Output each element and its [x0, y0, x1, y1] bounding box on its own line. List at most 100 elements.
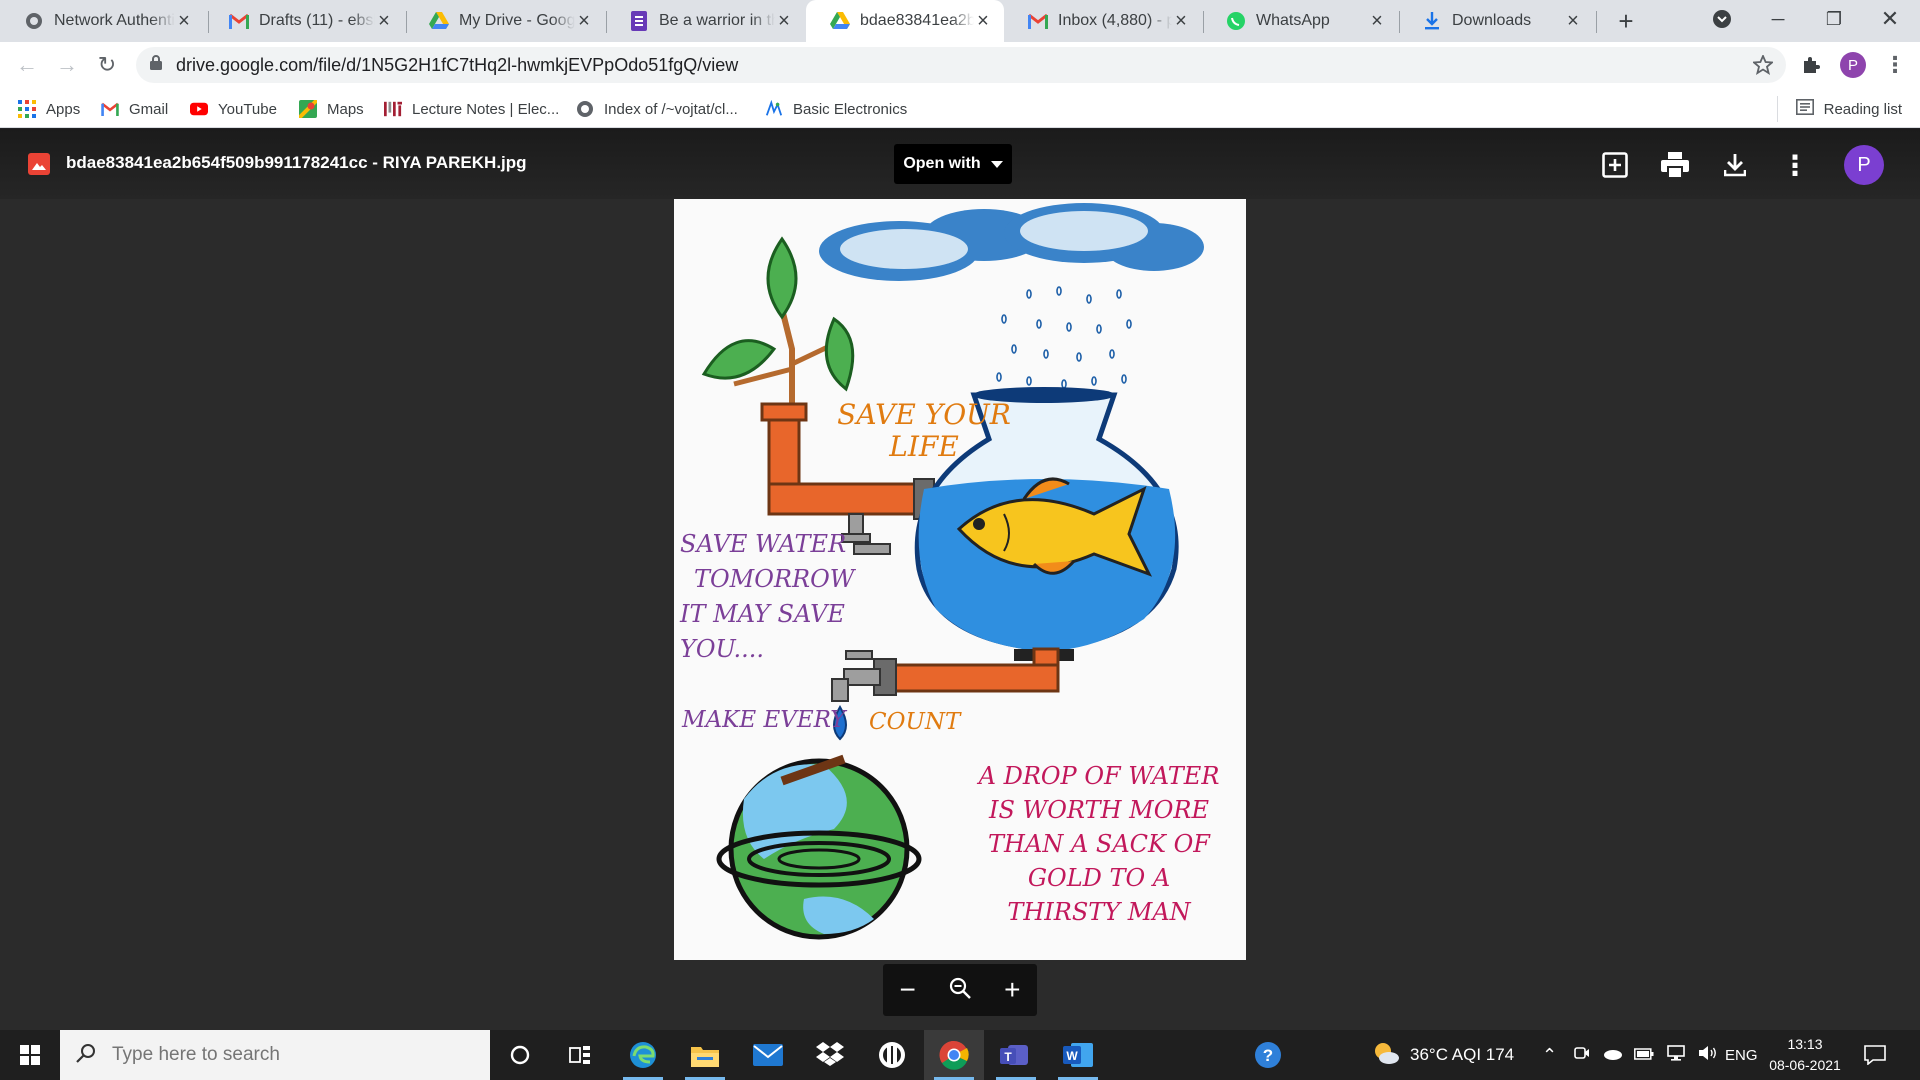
url-input[interactable] [174, 53, 1674, 77]
bookmark-apps[interactable]: Apps [18, 96, 80, 122]
tab-search-chevron-icon[interactable] [1694, 0, 1750, 38]
dropbox-icon[interactable] [800, 1030, 860, 1080]
tab-title: bdae83841ea2b654f509b [860, 12, 974, 29]
zoom-out-minus-icon[interactable]: − [900, 974, 916, 1006]
zoom-magnifier-icon[interactable] [949, 974, 971, 1006]
more-options-icon[interactable]: ⋮ [1780, 150, 1810, 181]
close-icon[interactable]: × [1564, 11, 1582, 31]
onedrive-cloud-icon[interactable] [1602, 1045, 1622, 1065]
poster-line: SAVE WATER [680, 530, 847, 558]
bookmark-index-of[interactable]: Index of /~vojtat/cl... [576, 96, 738, 122]
bookmark-label: Lecture Notes | Elec... [412, 100, 560, 118]
close-icon[interactable]: × [175, 11, 193, 31]
task-view-icon[interactable] [550, 1030, 610, 1080]
poster-text-count: COUNT [869, 709, 961, 735]
download-icon[interactable] [1720, 150, 1750, 180]
bookmark-label: Maps [327, 100, 364, 118]
weather-widget[interactable]: 36°C AQI 174 [1372, 1030, 1514, 1080]
caret-down-icon [990, 155, 1003, 173]
windows-taskbar: T W ? 36°C AQI 174 ⌃ ENG 13:13 08-06-202… [0, 1030, 1920, 1080]
meet-now-icon[interactable] [1574, 1045, 1590, 1066]
clock-time: 13:13 [1787, 1036, 1823, 1052]
bookmark-gmail[interactable]: Gmail [101, 96, 168, 122]
close-icon[interactable]: × [375, 11, 393, 31]
bookmark-star-icon[interactable] [1748, 50, 1778, 80]
tray-chevron-up-icon[interactable]: ⌃ [1542, 1030, 1557, 1080]
cortana-circle-icon[interactable] [490, 1030, 550, 1080]
poster-line: TOMORROW [694, 565, 855, 593]
close-icon[interactable]: × [1368, 11, 1386, 31]
app-circle-icon[interactable] [862, 1030, 922, 1080]
print-icon[interactable] [1660, 150, 1690, 180]
back-arrow-icon[interactable]: ← [12, 50, 42, 80]
language-indicator[interactable]: ENG [1725, 1030, 1758, 1080]
restore-icon[interactable]: ❐ [1806, 0, 1862, 38]
mail-icon[interactable] [738, 1030, 798, 1080]
open-with-button[interactable]: Open with [894, 144, 1012, 184]
tab-title: WhatsApp [1256, 12, 1330, 29]
tab-downloads[interactable]: Downloads × [1398, 0, 1594, 42]
word-icon[interactable]: W [1048, 1030, 1108, 1080]
taskbar-clock[interactable]: 13:13 08-06-2021 [1760, 1034, 1850, 1076]
windows-start-icon[interactable] [0, 1030, 60, 1080]
bookmark-youtube[interactable]: YouTube [190, 96, 277, 122]
whatsapp-icon [1226, 11, 1246, 31]
add-to-drive-icon[interactable] [1600, 150, 1630, 180]
clock-date: 08-06-2021 [1769, 1057, 1841, 1073]
reload-icon[interactable]: ↻ [92, 50, 122, 80]
earth-illustration [716, 754, 922, 940]
close-icon[interactable]: × [775, 11, 793, 31]
poster-line: IS WORTH MORE [989, 796, 1209, 824]
close-icon[interactable]: × [974, 11, 992, 31]
teams-icon[interactable]: T [986, 1030, 1046, 1080]
globe-icon [24, 11, 44, 31]
bookmark-maps[interactable]: Maps [299, 96, 364, 122]
account-avatar[interactable]: P [1844, 145, 1884, 185]
tab-forms[interactable]: Be a warrior in the fight × [605, 0, 805, 42]
poster-line: SAVE YOUR [837, 398, 1011, 431]
zoom-controls: − + [883, 964, 1037, 1016]
poster-image: SAVE YOUR LIFE SAVE WATER TOMORROW IT MA… [674, 199, 1246, 960]
menu-kebab-icon[interactable]: ⋮ [1880, 50, 1910, 80]
bookmark-label: Gmail [129, 100, 169, 118]
youtube-icon [190, 100, 208, 118]
taskbar-search-box[interactable] [60, 1030, 490, 1080]
taskbar-search-input[interactable] [110, 1043, 470, 1067]
tab-whatsapp[interactable]: WhatsApp × [1202, 0, 1398, 42]
new-tab-plus-icon[interactable]: + [1610, 5, 1642, 37]
window-close-icon[interactable]: ✕ [1862, 0, 1918, 38]
bookmark-lecture-notes[interactable]: Lecture Notes | Elec... [384, 96, 559, 122]
close-icon[interactable]: × [575, 11, 593, 31]
tab-drafts[interactable]: Drafts (11) - ebsb@gmail.com × [205, 0, 405, 42]
image-file-icon [28, 153, 50, 175]
gmail-icon [229, 11, 249, 31]
zoom-in-plus-icon[interactable]: + [1004, 974, 1020, 1006]
address-bar[interactable] [136, 47, 1786, 83]
notifications-icon[interactable] [1864, 1030, 1886, 1080]
network-icon[interactable] [1666, 1044, 1686, 1066]
poster-line: THIRSTY MAN [1007, 898, 1191, 926]
minimize-icon[interactable]: ─ [1750, 0, 1806, 38]
drive-icon [830, 11, 850, 31]
weather-sun-cloud-icon [1372, 1041, 1400, 1070]
weather-text: 36°C AQI 174 [1410, 1045, 1515, 1064]
help-question-icon[interactable]: ? [1238, 1030, 1298, 1080]
edge-browser-icon[interactable] [613, 1030, 673, 1080]
tab-title: Network Authentication [54, 12, 175, 29]
battery-icon[interactable] [1634, 1045, 1654, 1065]
tab-network-authentication[interactable]: Network Authentication × [0, 0, 205, 42]
tab-my-drive[interactable]: My Drive - Google Drive × [405, 0, 605, 42]
volume-icon[interactable] [1698, 1045, 1718, 1066]
forward-arrow-icon[interactable]: → [52, 50, 82, 80]
bookmark-basic-electronics[interactable]: Basic Electronics [765, 96, 907, 122]
rain-drops [996, 286, 1132, 389]
globe-icon [576, 100, 594, 118]
tab-inbox[interactable]: Inbox (4,880) - parekh × [1004, 0, 1202, 42]
profile-avatar[interactable]: P [1838, 50, 1868, 80]
tab-image-active[interactable]: bdae83841ea2b654f509b × [806, 0, 1004, 42]
extensions-puzzle-icon[interactable] [1796, 50, 1826, 80]
file-explorer-icon[interactable] [675, 1030, 735, 1080]
chrome-icon[interactable] [924, 1030, 984, 1080]
close-icon[interactable]: × [1172, 11, 1190, 31]
reading-list-button[interactable]: Reading list [1776, 96, 1902, 122]
